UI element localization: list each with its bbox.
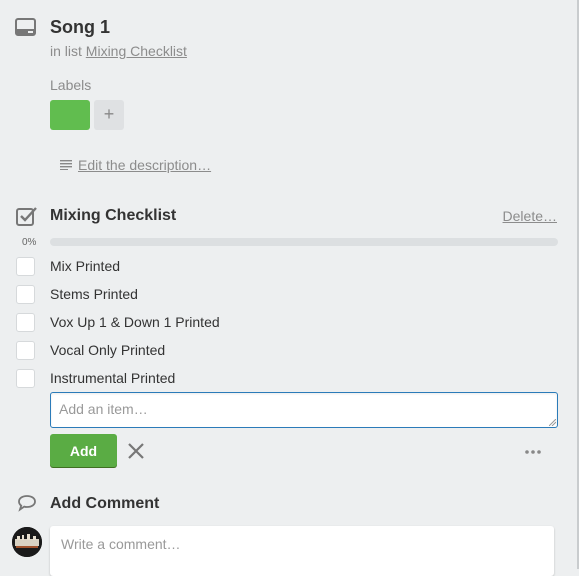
avatar[interactable] (12, 527, 42, 557)
checklist-item[interactable]: Stems Printed (16, 283, 138, 305)
checklist-item-text[interactable]: Vocal Only Printed (50, 342, 165, 358)
checklist-item-checkbox[interactable] (16, 312, 35, 332)
add-item-input[interactable] (50, 392, 558, 428)
avatar-image-icon (12, 527, 42, 557)
checklist-item-text[interactable]: Instrumental Printed (50, 370, 175, 386)
checklist-item-checkbox[interactable] (16, 284, 35, 304)
checklist-item[interactable]: Mix Printed (16, 255, 120, 277)
more-options-icon[interactable] (524, 449, 542, 455)
close-icon[interactable] (127, 442, 145, 460)
comment-icon (18, 495, 36, 512)
checklist-item-checkbox[interactable] (16, 340, 35, 360)
list-link[interactable]: Mixing Checklist (86, 43, 187, 59)
labels-heading: Labels (50, 77, 92, 93)
delete-checklist-link[interactable]: Delete… (503, 208, 557, 224)
in-list-prefix: in list (50, 43, 82, 59)
progress-percent: 0% (22, 237, 37, 248)
checklist-item[interactable]: Instrumental Printed (16, 367, 175, 389)
edit-description-link[interactable]: Edit the description… (60, 157, 211, 173)
label-green[interactable] (50, 100, 90, 130)
checklist-item-text[interactable]: Stems Printed (50, 286, 138, 302)
checklist-icon (16, 207, 37, 226)
description-lines-icon (60, 160, 72, 170)
checklist-item-text[interactable]: Vox Up 1 & Down 1 Printed (50, 314, 220, 330)
checklist-item[interactable]: Vox Up 1 & Down 1 Printed (16, 311, 220, 333)
card-icon (15, 18, 36, 36)
add-comment-title: Add Comment (50, 495, 160, 512)
edit-description-text: Edit the description… (78, 157, 212, 173)
checklist-item-checkbox[interactable] (16, 368, 35, 388)
add-label-button[interactable]: + (94, 100, 124, 130)
checklist-progress-bar (50, 238, 558, 246)
checklist-title[interactable]: Mixing Checklist (50, 207, 176, 225)
card-list-info: in list Mixing Checklist (50, 43, 187, 59)
checklist-item-text[interactable]: Mix Printed (50, 258, 120, 274)
checklist-item[interactable]: Vocal Only Printed (16, 339, 165, 361)
resize-grip-icon[interactable] (549, 419, 556, 426)
checklist-item-checkbox[interactable] (16, 256, 35, 276)
card-title[interactable]: Song 1 (50, 17, 110, 38)
add-item-button[interactable]: Add (50, 434, 117, 467)
